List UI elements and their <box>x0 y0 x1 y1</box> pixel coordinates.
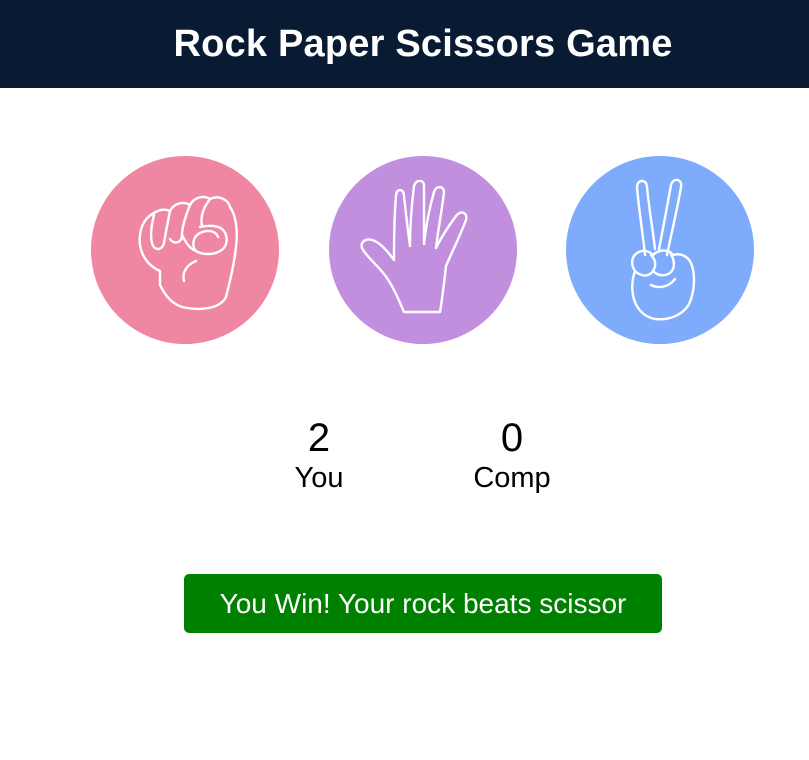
choice-rock-button[interactable] <box>91 156 279 344</box>
rock-fist-icon <box>138 195 238 311</box>
user-score-label: You <box>294 462 344 494</box>
comp-score-panel: 0 Comp <box>442 418 582 495</box>
scissors-peace-hand-icon <box>630 178 696 321</box>
comp-score: 0 <box>500 416 524 460</box>
page-header: Rock Paper Scissors Game <box>0 0 809 88</box>
user-score: 2 <box>307 416 331 460</box>
choice-paper-button[interactable] <box>329 156 517 344</box>
result-message: You Win! Your rock beats scissor <box>184 574 662 633</box>
user-score-panel: 2 You <box>249 418 389 495</box>
choice-scissors-button[interactable] <box>566 156 754 344</box>
page-title: Rock Paper Scissors Game <box>173 22 673 65</box>
paper-open-hand-icon <box>360 180 468 314</box>
comp-score-label: Comp <box>473 462 551 494</box>
